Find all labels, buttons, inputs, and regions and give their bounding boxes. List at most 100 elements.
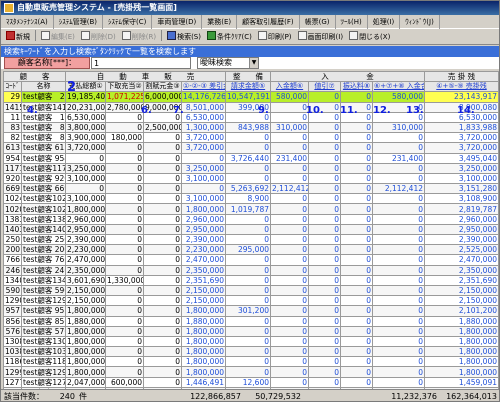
header-group-row: 顧 客 自 動 車 販 売 整 備 入 金 売 掛 残: [3, 70, 499, 83]
cell-diff-amount: 1,800,000: [181, 346, 226, 358]
table-row[interactable]: 1171test顧客11713,250,000003,250,000000003…: [3, 162, 499, 174]
cell-installment: 0: [143, 183, 182, 195]
cell-diff-amount: 3,100,000: [181, 193, 226, 205]
menu-reports[interactable]: 帳票(G): [300, 15, 336, 29]
delete-button[interactable]: 削除(D): [78, 30, 119, 44]
menu-process[interactable]: 処理(I): [368, 15, 401, 29]
table-row[interactable]: 1024test顧客10243,100,000003,100,0008,9000…: [3, 193, 499, 205]
table-row[interactable]: 856 test顧客 856 1,880,000 0 0 1,880,000 0 0 0 0 0 1,…: [3, 315, 499, 327]
table-row[interactable]: 920 test顧客 920 3,100,000 0 0 3,100,000 0 0 0 0 0 3,…: [3, 172, 499, 185]
cell-code: 1383: [3, 213, 22, 225]
cell-name: test顧客 576: [21, 325, 66, 337]
table-row[interactable]: 1403test顧客14032,950,000002,950,000000002…: [3, 223, 499, 236]
table-row[interactable]: 613 test顧客 613 3,720,000 0 0 3,720,000 0 0 0 0 0 3,…: [3, 142, 499, 154]
search-mode-select[interactable]: 曖昧検索 ▼: [197, 57, 259, 69]
col-invoice[interactable]: 請求金額⑤: [225, 81, 271, 93]
cell-diff-amount: 1,800,000: [181, 325, 226, 337]
clear-conditions-button[interactable]: 条件ｸﾘｱ(C): [204, 30, 255, 44]
cell-transfer-fee: 0: [340, 315, 373, 327]
cell-discount: 0: [308, 162, 341, 174]
cell-diff-amount: 3,720,000: [181, 142, 226, 154]
table-row[interactable]: 1038test顧客10381,800,000001,800,000000001…: [3, 346, 499, 358]
table-row[interactable]: 954 test顧客 954 0 0 0 0 3,726,440 231,400 0 0 231,4…: [3, 152, 499, 164]
cell-installment: 0: [143, 305, 182, 317]
menu-business[interactable]: 業務(E): [202, 15, 238, 29]
table-row[interactable]: 246 test顧客 246 2,350,000 0 0 2,350,000 0 0 0 0 0 2,…: [3, 264, 499, 276]
table-row[interactable]: 1340test顧客13403,601,6901,330,00002,351,6…: [3, 274, 499, 286]
table-row[interactable]: 590 test顧客 590 2,150,000 0 0 2,150,000 0 0 0 0 0 2,…: [3, 284, 499, 297]
app-icon: [4, 3, 14, 13]
cell-balance: 3,720,000: [424, 142, 499, 154]
cell-trade-in: 0: [105, 172, 144, 185]
table-row[interactable]: 200 test顧客 200 2,230,000 0 0 2,230,000 295,000…: [3, 244, 499, 256]
cell-installment: 0: [143, 162, 182, 174]
col-discount[interactable]: 値引⑦: [308, 81, 341, 93]
col-name[interactable]: 名称: [21, 81, 66, 93]
col-code[interactable]: ｺｰﾄﾞ: [3, 81, 22, 93]
table-row[interactable]: 1020test顧客10201,800,000001,800,0001,019,…: [3, 203, 499, 215]
table-row[interactable]: 1186test顧客11861,800,000001,800,000000001…: [3, 356, 499, 368]
cell-installment: 0: [143, 152, 182, 164]
cell-balance: 2,101,200: [424, 305, 499, 317]
menu-vehicle[interactable]: 車両管理(D): [152, 15, 203, 29]
col-balance[interactable]: ④+⑤-⑨ 売掛残: [424, 81, 499, 93]
cell-payment-total: 310,000: [372, 121, 425, 134]
cell-payment-total: 0: [372, 366, 425, 378]
new-button[interactable]: 新規: [3, 30, 33, 44]
table-row[interactable]: 766 test顧客 766 2,470,000 0 0 2,470,000 0 0 0 0 0 2,…: [3, 254, 499, 266]
cell-installment: 0: [143, 346, 182, 358]
menu-tools[interactable]: ﾂｰﾙ(H): [336, 15, 368, 29]
print-button[interactable]: 印刷(P): [255, 30, 295, 44]
col-trade-in[interactable]: 下取充当②: [105, 81, 144, 93]
col-diff-amount[interactable]: ①-②-③ 差引金額④: [181, 81, 226, 93]
table-row[interactable]: 1415test顧客141520,231,0002,780,0009,000,0…: [3, 101, 499, 113]
table-row[interactable]: 669 test顧客 669 0 0 0 0 5,263,692 2,112,412 0 0 2,1…: [3, 183, 499, 195]
chevron-down-icon[interactable]: ▼: [249, 58, 258, 68]
edit-icon: [41, 31, 50, 40]
table-row[interactable]: 82 test顧客 82 3,900,000 180,000 0 3,720,000 0 0 0…: [3, 132, 499, 144]
col-installment[interactable]: 割賦元金③: [143, 81, 182, 93]
col-transfer-fee[interactable]: 振込料⑧: [340, 81, 373, 93]
cell-transfer-fee: 0: [340, 193, 373, 205]
hint-bar: 検索ｷｰﾜｰﾄﾞを入力し検索ﾎﾞﾀﾝｸﾘｯｸで一覧を検索します: [1, 46, 499, 57]
annotation-label: 11.: [340, 105, 358, 116]
menu-history[interactable]: 顧客取引履歴(F): [237, 15, 300, 29]
menu-system-maint[interactable]: ｼｽﾃﾑ保守(C): [103, 15, 153, 29]
cell-name: test顧客1383: [21, 213, 66, 225]
table-row[interactable]: 29test顧客 2919,185,4011,071,2256,000,0001…: [3, 91, 499, 103]
screen-print-button[interactable]: 画面印刷(I): [295, 30, 347, 44]
new-label: 新規: [16, 33, 30, 41]
table-row[interactable]: 576 test顧客 576 1,800,000 0 0 1,800,000 0 0 0 0 0 1,…: [3, 325, 499, 337]
table-row[interactable]: 957 test顧客 957 1,800,000 0 0 1,800,000 301,200…: [3, 305, 499, 317]
count-unit: 件: [79, 392, 87, 401]
cell-balance: 1,800,000: [424, 325, 499, 337]
search-button[interactable]: 検索(S): [164, 30, 204, 44]
search-input[interactable]: [91, 57, 191, 69]
table-row[interactable]: 250 test顧客 250 2,390,000 0 0 2,390,000 0 0 0 0 0 2,…: [3, 233, 499, 246]
table-row[interactable]: 83 test顧客 83 3,800,000 0 2,500,000 1,300,000 8…: [3, 121, 499, 134]
cell-total-payment: 1,800,000: [65, 325, 106, 337]
app-window: 自動車販売管理システム - [売掛残一覧画面] ﾏｽﾀﾒﾝﾃﾅﾝｽ(A) ｼｽﾃﾑ…: [0, 0, 500, 402]
cell-payment-total: 2,112,412: [372, 183, 425, 195]
cell-invoice: 3,726,440: [225, 152, 271, 164]
col-payment-total[interactable]: ⑥+⑦+⑧ 入金合計⑨: [372, 81, 425, 93]
table-row[interactable]: 1277test顧客12772,047,000600,00001,446,491…: [3, 376, 499, 388]
menu-master[interactable]: ﾏｽﾀﾒﾝﾃﾅﾝｽ(A): [1, 15, 54, 29]
cell-installment: 0: [143, 376, 182, 388]
close-button[interactable]: 閉じる(X): [346, 30, 393, 44]
cell-trade-in: 0: [105, 346, 144, 358]
col-payment[interactable]: 入金額⑥: [270, 81, 309, 93]
table-row[interactable]: 1383test顧客13832,960,000002,960,000000002…: [3, 213, 499, 225]
cell-code: 11: [3, 111, 22, 123]
remove-button[interactable]: 削除(R): [119, 30, 159, 44]
edit-button[interactable]: 編集(E): [38, 30, 78, 44]
cell-name: test顧客1186: [21, 356, 66, 368]
cell-diff-amount: 0: [181, 183, 226, 195]
menu-system-admin[interactable]: ｼｽﾃﾑ管理(B): [54, 15, 104, 29]
table-row[interactable]: 1299test顧客12991,800,000001,800,000000001…: [3, 366, 499, 378]
menu-window[interactable]: ｳｨﾝﾄﾞｳ(J): [400, 15, 440, 29]
table-row[interactable]: 1290test顧客12902,150,000002,150,000000002…: [3, 295, 499, 307]
table-row[interactable]: 1308test顧客13081,800,000001,800,000000001…: [3, 335, 499, 348]
table-row[interactable]: 11 test顧客 11 6,530,000 0 0 6,530,000 0 0 0 0 0 6,53…: [3, 111, 499, 123]
cell-payment-total: 231,400: [372, 152, 425, 164]
